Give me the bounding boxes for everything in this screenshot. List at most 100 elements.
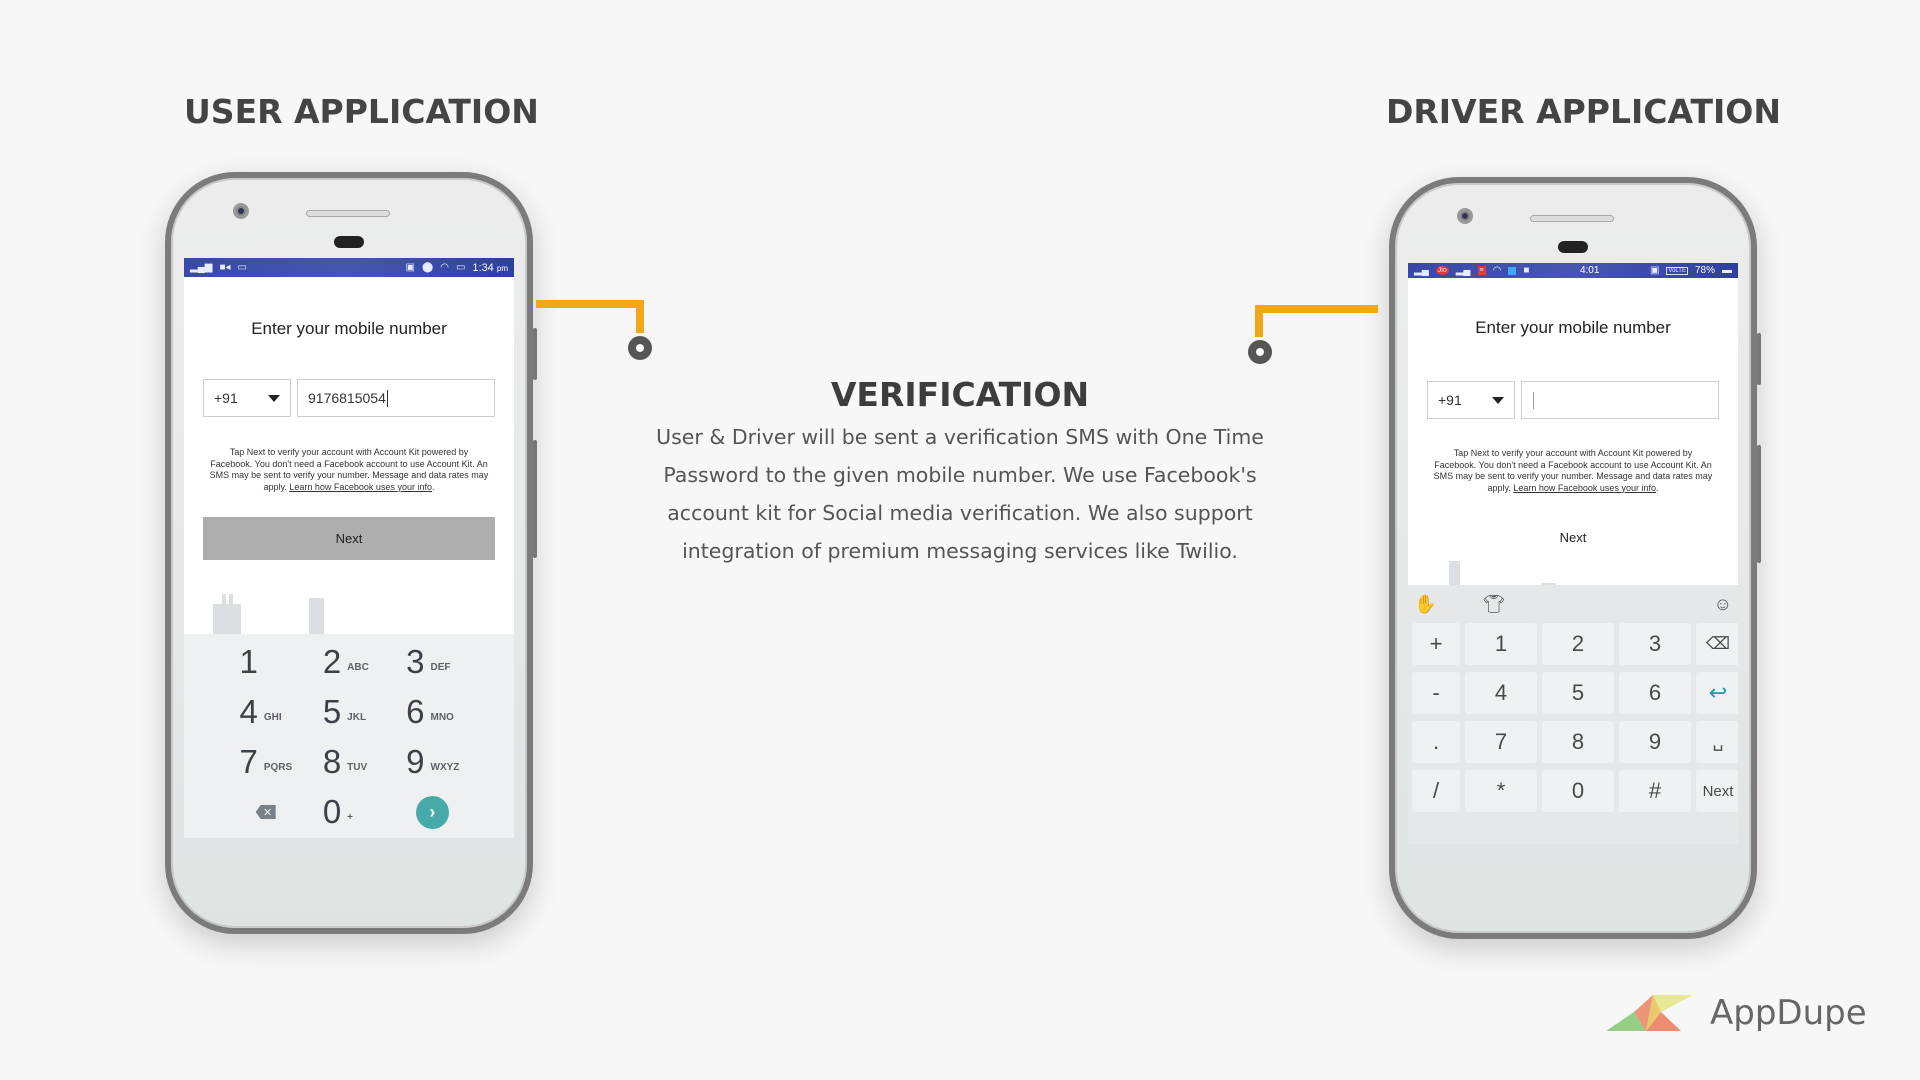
dialpad-key-9[interactable]: 9 WXYZ (391, 740, 474, 784)
signal-icon: ▂▄▆ (190, 261, 213, 273)
key-digit: 6 (406, 693, 425, 730)
keyboard-key-*[interactable]: * (1465, 770, 1537, 812)
dialpad-key-1[interactable]: 1 (224, 640, 307, 684)
numeric-keyboard: ✋ 👕︎ ☺ +1 2 3 ⌫ -4 5 6 ↩. 7 8 9 ␣ / * 0 # Next (1408, 585, 1738, 844)
dialpad-key-4[interactable]: 4 GHI (224, 690, 307, 734)
cast-icon: ▣ (1649, 264, 1660, 276)
gesture-icon[interactable]: ✋ (1414, 594, 1436, 615)
keyboard-key-7[interactable]: 7 (1465, 721, 1537, 763)
key-letters: WXYZ (430, 761, 460, 773)
appdupe-logo-text: AppDupe (1710, 993, 1867, 1033)
backspace-icon: ✕ (255, 805, 276, 819)
user-application-heading: USER APPLICATION (184, 92, 539, 131)
keyboard-key-9[interactable]: 9 (1619, 721, 1691, 763)
theme-shirt-icon[interactable]: 👕︎ (1482, 594, 1505, 615)
key-digit: 2 (322, 643, 342, 680)
wifi-icon: ◠ (1492, 264, 1502, 276)
keyboard-key-4[interactable]: 4 (1465, 672, 1537, 714)
keyboard-key-8[interactable]: 8 (1542, 721, 1614, 763)
jio-icon: Jio (1435, 266, 1449, 275)
key-digit: 3 (406, 643, 425, 680)
verification-title: VERIFICATION (830, 375, 1090, 414)
keyboard-toolbar: ✋ 👕︎ ☺ (1408, 585, 1738, 623)
key-letters: + (347, 811, 354, 823)
key-digit: 1 (239, 643, 258, 680)
keyboard-key-5[interactable]: 5 (1542, 672, 1614, 714)
time-value: 1:34 (472, 261, 494, 274)
verification-description: User & Driver will be sent a verificatio… (656, 425, 1264, 563)
dialpad-key-0[interactable]: 0 + (307, 790, 390, 834)
phone-volume-button (1757, 445, 1761, 563)
key-letters: DEF (430, 661, 451, 673)
earpiece-speaker (306, 210, 390, 217)
keyboard-key-3[interactable]: 3 (1619, 623, 1691, 665)
key-letters: MNO (430, 711, 454, 723)
keyboard-key-0[interactable]: 0 (1542, 770, 1614, 812)
key-letters: PQRS (263, 761, 293, 773)
proximity-sensor (334, 236, 364, 248)
keyboard-icon: ▭ (237, 261, 247, 273)
battery-percent: 78% (1694, 265, 1715, 276)
backspace-key[interactable]: ⌫ (1696, 623, 1738, 665)
dialpad-key-3[interactable]: 3 DEF (391, 640, 474, 684)
undo-key[interactable]: ↩ (1696, 672, 1738, 714)
notification-icon: ≡ (1477, 266, 1486, 275)
keyboard-key-.[interactable]: . (1412, 721, 1460, 763)
facebook-info-link[interactable]: Learn how Facebook uses your info (289, 482, 432, 492)
space-key[interactable]: ␣ (1696, 721, 1738, 763)
driver-app-screen: ▂▄ Jio ▂▄ ≡ ◠ ■ 4:01 ▣ VoLTE 78% ▬ Enter… (1408, 263, 1738, 844)
key-digit: 0 (322, 793, 342, 830)
signal-icon: ▂▄ (1414, 264, 1429, 276)
keyboard-key-+[interactable]: + (1412, 623, 1460, 665)
key-digit: 9 (406, 743, 425, 780)
status-bar: ▂▄ Jio ▂▄ ≡ ◠ ■ 4:01 ▣ VoLTE 78% ▬ (1408, 263, 1738, 278)
phone-side-button (533, 328, 537, 380)
appdupe-logo: AppDupe (1606, 993, 1867, 1033)
user-app-screen: ▂▄▆ ■◂ ▭ ▣ ⬤ ◠ ▭ 1:34 pm Enter your mobi… (184, 258, 514, 838)
video-icon: ■◂ (219, 261, 231, 273)
status-time: 4:01 (1579, 265, 1600, 276)
emoji-icon[interactable]: ☺ (1714, 594, 1732, 615)
key-letters: GHI (263, 711, 282, 723)
city-skyline-illustration (1408, 546, 1738, 586)
volte-badge: VoLTE (1666, 266, 1688, 275)
status-bar: ▂▄▆ ■◂ ▭ ▣ ⬤ ◠ ▭ 1:34 pm (184, 258, 514, 277)
numeric-dialpad: 1 2 ABC 3 DEF 4 GHI 5 JKL 6 MNO 7 PQRS 8 TUV 9 WXYZ ✕ 0 + › (184, 634, 514, 838)
go-button[interactable]: › (391, 790, 474, 834)
dialpad-key-5[interactable]: 5 JKL (307, 690, 390, 734)
key-letters: ABC (347, 661, 369, 673)
driver-phone-mockup: ▂▄ Jio ▂▄ ≡ ◠ ■ 4:01 ▣ VoLTE 78% ▬ Enter… (1389, 177, 1761, 939)
user-phone-mockup: ▂▄▆ ■◂ ▭ ▣ ⬤ ◠ ▭ 1:34 pm Enter your mobi… (165, 172, 537, 934)
driver-application-heading: DRIVER APPLICATION (1386, 92, 1781, 131)
screen-title: Enter your mobile number (1475, 318, 1671, 337)
front-camera (233, 203, 249, 219)
next-key[interactable]: Next (1696, 770, 1738, 812)
connector-dot-left (628, 336, 652, 360)
cast-icon: ▣ (405, 261, 415, 273)
facebook-info-link[interactable]: Learn how Facebook uses your info (1513, 483, 1656, 493)
key-digit: 5 (322, 693, 342, 730)
app-icon (1508, 266, 1517, 275)
key-letters: TUV (347, 761, 368, 773)
dialpad-key-6[interactable]: 6 MNO (391, 690, 474, 734)
screen-title: Enter your mobile number (251, 319, 447, 338)
keyboard-key-6[interactable]: 6 (1619, 672, 1691, 714)
dialpad-key-2[interactable]: 2 ABC (307, 640, 390, 684)
proximity-sensor (1558, 241, 1588, 253)
key-digit: 7 (239, 743, 258, 780)
connector-line-right (1255, 305, 1378, 313)
city-skyline-illustration (184, 594, 514, 634)
next-button[interactable]: Next (203, 517, 495, 560)
keyboard-key-#[interactable]: # (1619, 770, 1691, 812)
chevron-right-icon: › (415, 795, 449, 829)
next-button[interactable]: Next (1408, 530, 1738, 545)
backspace-button[interactable]: ✕ (224, 790, 307, 834)
connector-line-left (536, 300, 644, 308)
keyboard-key-2[interactable]: 2 (1542, 623, 1614, 665)
keyboard-key-/[interactable]: / (1412, 770, 1460, 812)
keyboard-key--[interactable]: - (1412, 672, 1460, 714)
dialpad-key-7[interactable]: 7 PQRS (224, 740, 307, 784)
dialpad-key-8[interactable]: 8 TUV (307, 740, 390, 784)
phone-volume-button (533, 440, 537, 558)
keyboard-key-1[interactable]: 1 (1465, 623, 1537, 665)
